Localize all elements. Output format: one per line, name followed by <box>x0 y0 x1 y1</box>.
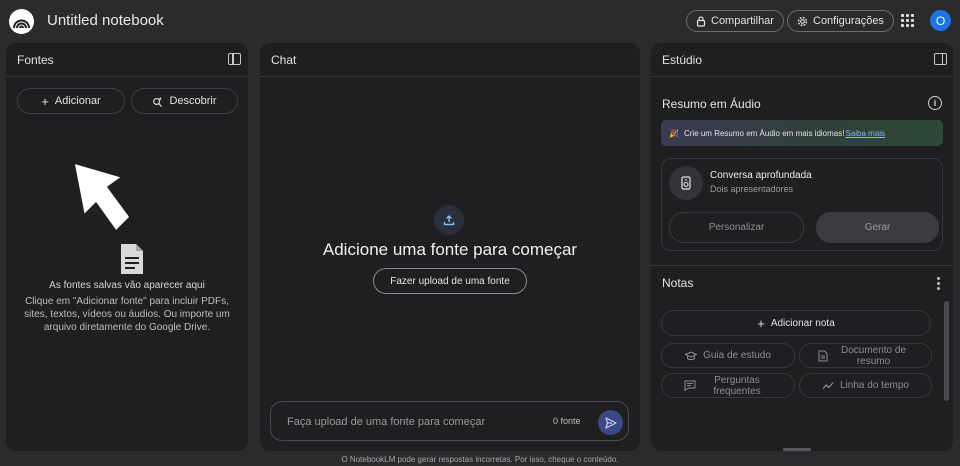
notes-scrollbar[interactable] <box>944 301 949 401</box>
collapse-sources-icon[interactable] <box>228 53 241 65</box>
discover-label: Descobrir <box>169 95 217 107</box>
chat-panel: Chat Adicione uma fonte para começar Faz… <box>260 43 640 451</box>
deep-dive-card: Conversa aprofundada Dois apresentadores… <box>661 158 943 251</box>
chat-bubble-icon <box>684 380 696 391</box>
document-icon <box>121 244 143 274</box>
sources-title: Fontes <box>17 53 54 67</box>
deep-dive-subtitle: Dois apresentadores <box>710 184 794 194</box>
settings-button[interactable]: Configurações <box>787 10 894 32</box>
collapse-studio-icon[interactable] <box>934 53 947 65</box>
learn-more-link[interactable]: Saiba mais <box>845 129 885 138</box>
chat-title: Chat <box>271 53 297 67</box>
audio-overview-title: Resumo em Áudio <box>662 97 761 111</box>
add-note-button[interactable]: + Adicionar nota <box>661 310 931 336</box>
source-count: 0 fonte <box>553 416 581 426</box>
audio-languages-banner: 🎉 Crie um Resumo em Áudio em mais idioma… <box>661 120 943 146</box>
chat-input[interactable] <box>287 413 537 431</box>
briefing-doc-button[interactable]: Documento de resumo <box>799 343 932 368</box>
generate-button[interactable]: Gerar <box>816 212 939 243</box>
speaker-icon <box>669 166 703 200</box>
faq-label: Perguntas frequentes <box>713 374 761 397</box>
document-icon <box>818 350 827 361</box>
divider <box>651 76 953 77</box>
top-bar: Untitled notebook Compartilhar Configura… <box>0 0 960 42</box>
chat-input-box: 0 fonte <box>270 401 629 441</box>
gear-icon <box>797 16 808 26</box>
upload-source-button[interactable]: Fazer upload de uma fonte <box>373 268 527 294</box>
chat-empty-heading: Adicione uma fonte para começar <box>322 240 578 259</box>
share-button[interactable]: Compartilhar <box>686 10 784 32</box>
divider <box>6 76 248 77</box>
settings-label: Configurações <box>813 15 884 27</box>
notebook-title[interactable]: Untitled notebook <box>47 12 164 29</box>
sources-panel: Fontes + Adicionar Descobrir As fontes s… <box>6 43 248 451</box>
more-options-icon[interactable] <box>937 277 941 290</box>
deep-dive-title: Conversa aprofundada <box>710 170 812 181</box>
send-icon <box>604 416 617 429</box>
party-icon: 🎉 <box>669 128 679 138</box>
apps-grid-icon[interactable] <box>901 14 914 27</box>
study-guide-label: Guia de estudo <box>703 350 771 361</box>
disclaimer-footer: O NotebookLM pode gerar respostas incorr… <box>341 455 619 464</box>
customize-button[interactable]: Personalizar <box>669 212 804 243</box>
send-button[interactable] <box>598 410 623 435</box>
timeline-button[interactable]: Linha do tempo <box>799 373 932 398</box>
plus-icon: + <box>41 93 49 109</box>
divider <box>651 265 953 266</box>
lock-icon <box>696 15 706 27</box>
add-source-button[interactable]: + Adicionar <box>17 88 125 114</box>
sources-empty-body: Clique em "Adicionar fonte" para incluir… <box>24 296 230 333</box>
sources-empty-heading: As fontes salvas vão aparecer aqui <box>49 280 205 291</box>
avatar[interactable]: O <box>930 10 951 31</box>
plus-icon: + <box>757 315 765 331</box>
divider <box>260 76 640 77</box>
studio-title: Estúdio <box>662 53 703 67</box>
notes-title: Notas <box>662 276 694 290</box>
upload-icon <box>434 205 464 235</box>
search-sparkle-icon <box>153 96 163 107</box>
info-icon[interactable]: i <box>928 96 942 110</box>
discover-button[interactable]: Descobrir <box>131 88 238 114</box>
banner-text: Crie um Resumo em Áudio em mais idiomas! <box>683 128 845 138</box>
add-note-label: Adicionar nota <box>770 317 835 329</box>
timeline-label: Linha do tempo <box>840 380 909 391</box>
graduation-cap-icon <box>685 350 698 360</box>
share-label: Compartilhar <box>711 15 774 27</box>
studio-panel: Estúdio Resumo em Áudio i 🎉 Crie um Resu… <box>651 43 953 451</box>
notebooklm-logo-icon[interactable] <box>9 9 34 34</box>
resize-handle[interactable] <box>783 448 811 451</box>
pointer-arrow-icon <box>73 162 131 232</box>
timeline-icon <box>822 381 834 389</box>
study-guide-button[interactable]: Guia de estudo <box>661 343 795 368</box>
faq-button[interactable]: Perguntas frequentes <box>661 373 795 398</box>
briefing-doc-label: Documento de resumo <box>840 344 907 367</box>
add-source-label: Adicionar <box>54 95 101 107</box>
